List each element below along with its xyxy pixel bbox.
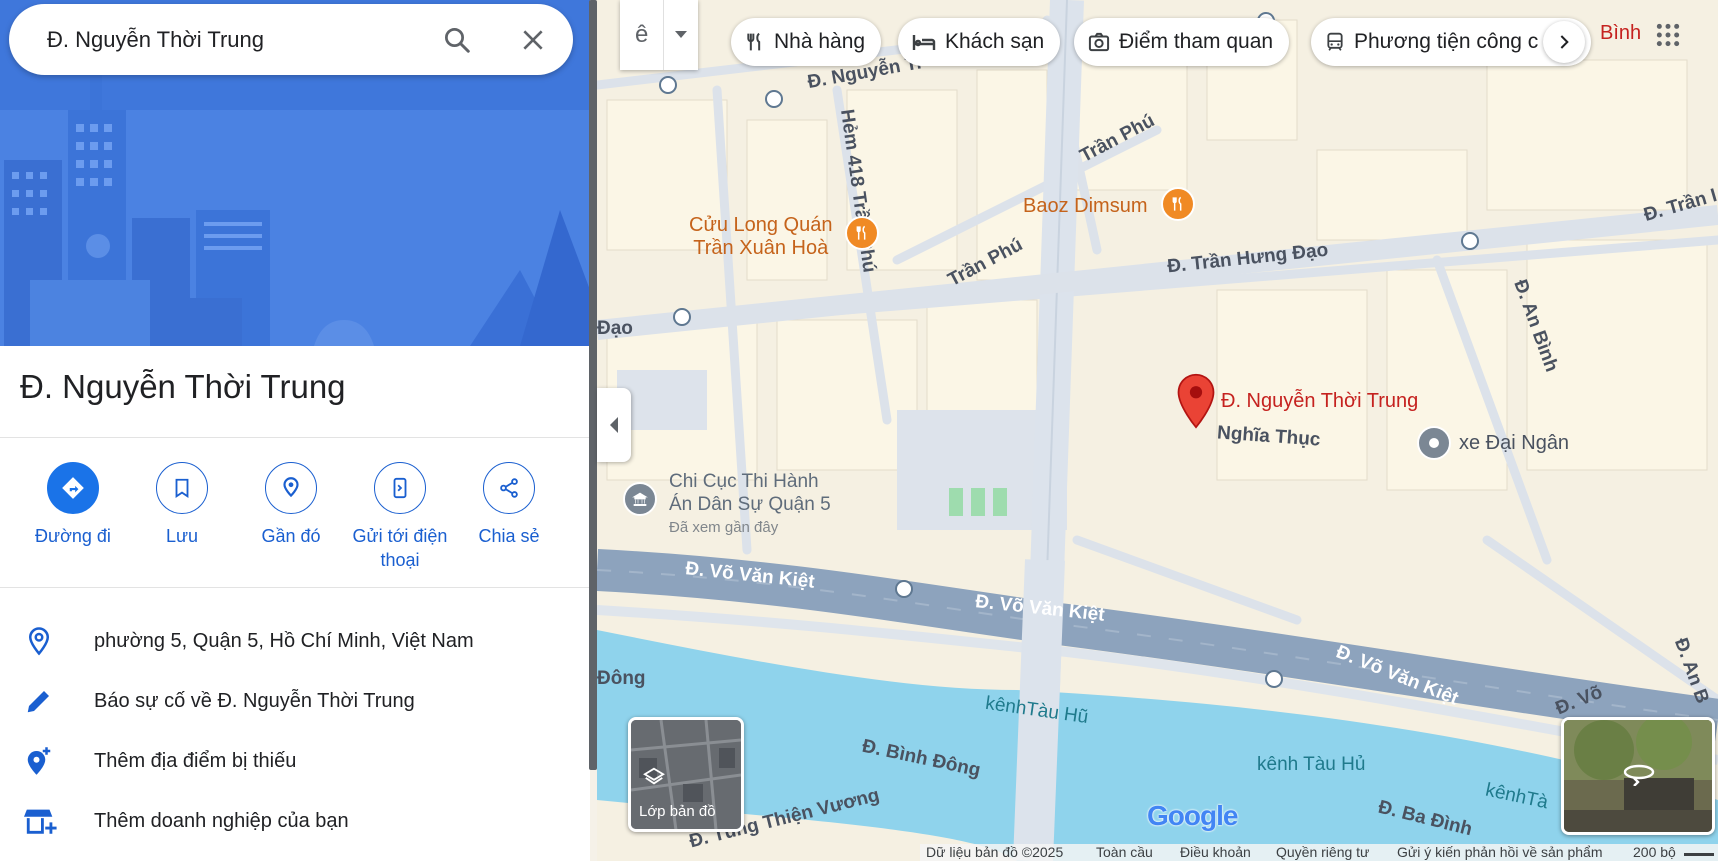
hotel-icon bbox=[912, 32, 936, 52]
pencil-icon bbox=[24, 684, 56, 720]
restaurant-icon[interactable] bbox=[845, 216, 879, 250]
map-footer: Dữ liệu bản đồ ©2025 Toàn cầu Điều khoản… bbox=[920, 844, 1718, 861]
add-place-text: Thêm địa điểm bị thiếu bbox=[94, 750, 297, 772]
chip-label: Khách sạn bbox=[945, 30, 1045, 53]
add-location-icon bbox=[24, 744, 56, 780]
recently-viewed-label: Đã xem gần đây bbox=[669, 519, 779, 536]
address-text: phường 5, Quận 5, Hồ Chí Minh, Việt Nam bbox=[94, 630, 474, 652]
share-icon bbox=[483, 462, 535, 514]
directions-icon bbox=[47, 462, 99, 514]
camera-icon bbox=[1088, 32, 1110, 52]
collapse-panel-button[interactable] bbox=[597, 388, 631, 462]
add-place-row[interactable]: Thêm địa điểm bị thiếu bbox=[0, 734, 590, 790]
water-label: kênh Tàu Hủ bbox=[1257, 754, 1366, 775]
layers-label: Lớp bản đồ bbox=[639, 803, 716, 820]
divider bbox=[0, 437, 590, 438]
layers-icon bbox=[643, 766, 665, 793]
directions-button[interactable]: Đường đi bbox=[18, 462, 128, 548]
chips-next-button[interactable] bbox=[1543, 21, 1585, 63]
report-row[interactable]: Báo sự cố về Đ. Nguyễn Thời Trung bbox=[0, 674, 590, 730]
directions-label: Đường đi bbox=[35, 526, 111, 546]
poi-label-chi-cuc[interactable]: Chi Cục Thi Hành Án Dân Sự Quận 5 Đã xem… bbox=[669, 470, 831, 539]
nearby-icon bbox=[265, 462, 317, 514]
bookmark-icon bbox=[156, 462, 208, 514]
selected-street-label: Đ. Nguyễn Thời Trung bbox=[1221, 390, 1419, 412]
global-link[interactable]: Toàn cầu bbox=[1096, 844, 1153, 860]
add-business-text: Thêm doanh nghiệp của bạn bbox=[94, 810, 349, 832]
chip-label: Điểm tham quan bbox=[1119, 30, 1274, 53]
poi-label-xe-dai-ngan[interactable]: xe Đại Ngân bbox=[1459, 432, 1569, 455]
bus-stop-icon[interactable] bbox=[1461, 232, 1479, 250]
apps-grid-icon[interactable] bbox=[1655, 22, 1681, 48]
add-business-row[interactable]: Thêm doanh nghiệp của bạn bbox=[0, 794, 590, 850]
save-label: Lưu bbox=[165, 526, 199, 546]
chip-label: Phương tiện công c bbox=[1354, 30, 1539, 53]
chip-attractions[interactable]: Điểm tham quan bbox=[1074, 18, 1290, 66]
place-title: Đ. Nguyễn Thời Trung bbox=[20, 368, 346, 405]
chevron-left-icon bbox=[610, 417, 618, 433]
google-logo: Google bbox=[1147, 800, 1238, 831]
street-view-thumbnail[interactable] bbox=[1561, 717, 1715, 835]
chip-label: Nhà hàng bbox=[774, 30, 866, 53]
corner-place-label: Bình bbox=[1600, 22, 1642, 44]
scale-bar bbox=[1684, 853, 1714, 856]
street-label: Đạo bbox=[597, 318, 633, 339]
map-data-attribution: Dữ liệu bản đồ ©2025 bbox=[926, 844, 1064, 860]
transit-icon bbox=[1325, 31, 1345, 53]
input-tools-button[interactable]: ê bbox=[620, 0, 698, 70]
nearby-button[interactable]: Gần đó bbox=[236, 462, 346, 548]
map-canvas[interactable]: Đ. Nguyễn Tr Hẻm 418 Trần Phú Trần Phú T… bbox=[597, 0, 1718, 861]
poi-label-baoz[interactable]: Baoz Dimsum bbox=[1023, 195, 1147, 218]
place-marker-icon[interactable] bbox=[1417, 426, 1451, 460]
bus-stop-icon[interactable] bbox=[1265, 670, 1283, 688]
scale-label[interactable]: 200 bộ bbox=[1633, 844, 1676, 860]
close-icon[interactable] bbox=[513, 20, 553, 60]
save-button[interactable]: Lưu bbox=[127, 462, 237, 548]
address-row[interactable]: phường 5, Quận 5, Hồ Chí Minh, Việt Nam bbox=[0, 614, 590, 670]
rotate-360-icon bbox=[1622, 760, 1656, 791]
restaurant-icon[interactable] bbox=[1161, 187, 1195, 221]
government-building-icon[interactable] bbox=[623, 482, 657, 516]
share-button[interactable]: Chia sẻ bbox=[454, 462, 564, 548]
poi-name: Án Dân Sự Quận 5 bbox=[669, 494, 831, 515]
privacy-link[interactable]: Quyền riêng tư bbox=[1276, 844, 1369, 860]
send-to-phone-label: Gửi tới điện thoại bbox=[352, 526, 448, 570]
bus-stop-icon[interactable] bbox=[765, 90, 783, 108]
divider bbox=[0, 587, 590, 588]
poi-name: Chi Cục Thi Hành bbox=[669, 471, 819, 492]
poi-name: Cửu Long Quán bbox=[689, 214, 833, 236]
bus-stop-icon[interactable] bbox=[659, 76, 677, 94]
search-icon[interactable] bbox=[437, 20, 477, 60]
location-pin-icon bbox=[24, 624, 56, 660]
panel-scrollbar[interactable] bbox=[589, 0, 597, 770]
share-label: Chia sẻ bbox=[478, 526, 540, 546]
street-label: Đông bbox=[597, 668, 646, 689]
feedback-link[interactable]: Gửi ý kiến phản hồi về sản phẩm bbox=[1397, 844, 1603, 860]
input-language-icon: ê bbox=[620, 0, 665, 70]
terms-link[interactable]: Điều khoản bbox=[1180, 844, 1251, 860]
phone-icon bbox=[374, 462, 426, 514]
restaurant-icon bbox=[745, 31, 765, 53]
poi-name: Trần Xuân Hoà bbox=[693, 237, 829, 259]
chevron-right-icon bbox=[1560, 35, 1569, 49]
bus-stop-icon[interactable] bbox=[895, 580, 913, 598]
add-business-icon bbox=[24, 804, 57, 840]
search-input[interactable] bbox=[45, 16, 429, 64]
report-text: Báo sự cố về Đ. Nguyễn Thời Trung bbox=[94, 690, 415, 712]
map-layers-button[interactable]: Lớp bản đồ bbox=[628, 717, 744, 832]
search-box bbox=[9, 4, 573, 75]
location-marker-icon[interactable] bbox=[1175, 373, 1217, 434]
caret-down-icon[interactable] bbox=[664, 0, 698, 70]
chip-hotels[interactable]: Khách sạn bbox=[898, 18, 1061, 66]
bus-stop-icon[interactable] bbox=[673, 308, 691, 326]
place-panel: Đ. Nguyễn Thời Trung Đường đi Lưu Gần đó… bbox=[0, 0, 590, 861]
nearby-label: Gần đó bbox=[261, 526, 321, 546]
send-to-phone-button[interactable]: Gửi tới điện thoại bbox=[345, 462, 455, 572]
chip-restaurants[interactable]: Nhà hàng bbox=[731, 18, 882, 66]
poi-label-cuu-long[interactable]: Cửu Long Quán Trần Xuân Hoà bbox=[689, 214, 833, 260]
